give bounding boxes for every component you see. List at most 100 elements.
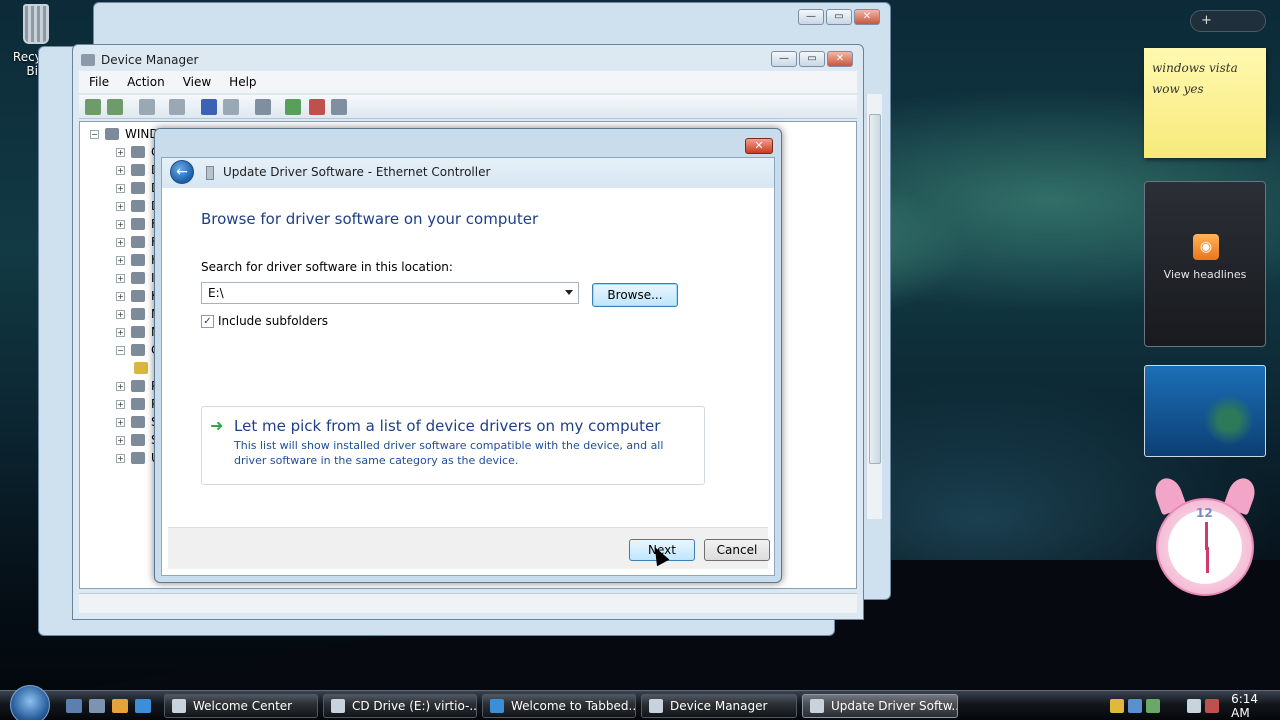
device-icon (131, 380, 145, 392)
rss-icon: ◉ (1193, 234, 1219, 260)
location-value: E:\ (208, 286, 224, 300)
minimize-button[interactable]: — (798, 9, 824, 25)
tree-root[interactable]: − WIND (90, 126, 159, 142)
taskbar-item-label: Update Driver Softw... (831, 699, 958, 713)
add-gadget-icon[interactable]: + (1201, 13, 1212, 28)
maximize-button[interactable]: ▭ (826, 9, 852, 25)
close-button[interactable]: ✕ (827, 51, 853, 67)
scrollbar-thumb[interactable] (869, 114, 881, 464)
include-subfolders-option[interactable]: ✓ Include subfolders (201, 314, 328, 328)
device-icon (131, 344, 145, 356)
feed-label[interactable]: View headlines (1145, 268, 1265, 281)
pick-option-title[interactable]: Let me pick from a list of device driver… (234, 417, 660, 435)
back-arrow-icon[interactable]: ← (170, 160, 194, 184)
taskbar-item-label: Welcome Center (193, 699, 293, 713)
device-icon (131, 326, 145, 338)
taskbar-item-label: Welcome to Tabbed... (511, 699, 636, 713)
clock-twelve: 12 (1196, 506, 1213, 520)
computer-icon (105, 128, 119, 140)
window-icon (172, 699, 186, 713)
taskbar-item[interactable]: Welcome Center (164, 694, 318, 718)
taskbar-item-label: Device Manager (670, 699, 768, 713)
start-button[interactable] (10, 685, 50, 720)
help-icon[interactable] (201, 99, 217, 115)
menu-file[interactable]: File (89, 75, 109, 89)
minimize-button[interactable]: — (771, 51, 797, 67)
location-combobox[interactable]: E:\ (201, 282, 579, 304)
device-manager-icon (649, 699, 663, 713)
view-icon[interactable] (223, 99, 239, 115)
note-text[interactable]: windows vista wow yes (1152, 61, 1238, 96)
cancel-button[interactable]: Cancel (704, 539, 770, 561)
green-arrow-icon: ➜ (210, 416, 224, 435)
driver-icon (810, 699, 824, 713)
dialog-close-button[interactable]: ✕ (745, 138, 773, 154)
menu-action[interactable]: Action (127, 75, 165, 89)
device-icon (131, 236, 145, 248)
update-tray-icon[interactable] (1145, 699, 1160, 713)
clock-gadget: 12 (1150, 474, 1260, 600)
device-icon (131, 308, 145, 320)
include-subfolders-label: Include subfolders (218, 314, 329, 328)
network-status-icon[interactable] (1187, 699, 1202, 713)
close-button[interactable]: ✕ (854, 9, 880, 25)
page-heading: Browse for driver software on your compu… (201, 210, 539, 228)
include-subfolders-checkbox[interactable]: ✓ (201, 314, 214, 328)
show-hide-tree-icon[interactable] (139, 99, 155, 115)
taskbar-item[interactable]: Welcome to Tabbed... (482, 694, 636, 718)
dialog-body: ← Update Driver Software - Ethernet Cont… (161, 157, 775, 576)
forward-icon[interactable] (107, 99, 123, 115)
security-shield-icon[interactable] (1110, 699, 1124, 713)
system-tray: 6:14 AM (1110, 692, 1280, 720)
scan-hardware-icon[interactable] (255, 99, 271, 115)
browse-button[interactable]: Browse... (592, 283, 678, 307)
volume-muted-icon[interactable] (1205, 699, 1220, 713)
device-icon (131, 218, 145, 230)
toolbar (79, 95, 857, 119)
taskbar-item[interactable]: Device Manager (641, 694, 797, 718)
clock-face: 12 (1156, 498, 1254, 596)
show-desktop-icon[interactable] (66, 699, 82, 713)
network-adapter-icon (206, 166, 214, 180)
warning-device-icon (134, 362, 148, 374)
taskbar: Welcome Center CD Drive (E:) virtio-... … (0, 685, 1280, 720)
device-icon (131, 272, 145, 284)
network-tray-icon[interactable] (1127, 699, 1142, 713)
internet-explorer-icon (490, 699, 504, 713)
pick-option-description: This list will show installed driver sof… (234, 439, 664, 467)
notes-gadget[interactable]: windows vista wow yes (1144, 48, 1266, 158)
background-scrollbar[interactable] (866, 94, 882, 519)
taskbar-item-label: CD Drive (E:) virtio-... (352, 699, 477, 713)
dialog-footer: Next Cancel (168, 527, 770, 569)
device-manager-icon (81, 54, 95, 66)
maximize-button[interactable]: ▭ (799, 51, 825, 67)
dialog-header: ← Update Driver Software - Ethernet Cont… (162, 158, 774, 188)
taskbar-item[interactable]: CD Drive (E:) virtio-... (323, 694, 477, 718)
internet-explorer-icon[interactable] (135, 699, 151, 713)
taskbar-item-active[interactable]: Update Driver Softw... (802, 694, 958, 718)
feed-headlines-gadget[interactable]: ◉ View headlines (1144, 181, 1266, 347)
uninstall-icon[interactable] (309, 99, 325, 115)
sidebar-controls[interactable]: + (1190, 10, 1266, 32)
menu-view[interactable]: View (183, 75, 211, 89)
back-icon[interactable] (85, 99, 101, 115)
menu-bar: File Action View Help (79, 71, 857, 93)
device-icon (131, 398, 145, 410)
pick-from-list-option[interactable]: ➜ Let me pick from a list of device driv… (201, 406, 705, 485)
media-player-icon[interactable] (112, 699, 128, 713)
disable-icon[interactable] (331, 99, 347, 115)
dialog-title: Update Driver Software - Ethernet Contro… (223, 165, 491, 179)
update-driver-dialog[interactable]: ✕ ← Update Driver Software - Ethernet Co… (154, 128, 782, 583)
slideshow-gadget[interactable] (1144, 365, 1266, 457)
device-icon (131, 164, 145, 176)
clock-time[interactable]: 6:14 AM (1231, 692, 1280, 720)
collapse-icon[interactable]: − (90, 129, 99, 139)
switch-windows-icon[interactable] (89, 699, 105, 713)
tree-item[interactable] (134, 360, 148, 376)
properties-icon[interactable] (169, 99, 185, 115)
menu-help[interactable]: Help (229, 75, 256, 89)
update-driver-icon[interactable] (285, 99, 301, 115)
device-icon (131, 254, 145, 266)
dropdown-arrow-icon[interactable] (565, 290, 573, 295)
device-icon (131, 452, 145, 464)
